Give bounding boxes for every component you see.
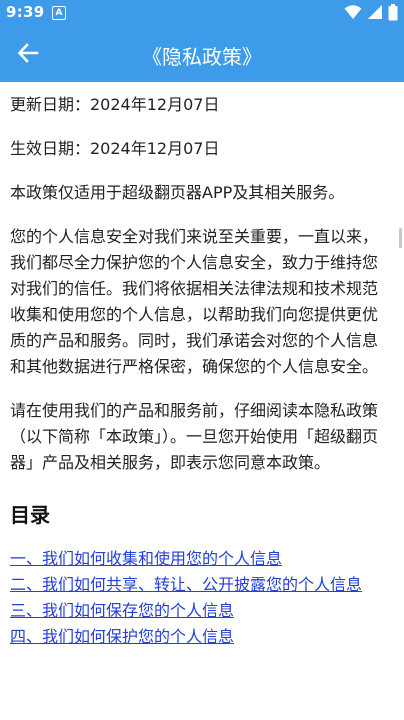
- toc-link-share[interactable]: 二、我们如何共享、转让、公开披露您的个人信息: [10, 572, 392, 598]
- app-bar: 《隐私政策》: [0, 28, 404, 82]
- wifi-icon: [344, 4, 362, 24]
- notification-a-icon: A: [52, 6, 66, 20]
- page-title: 《隐私政策》: [142, 45, 262, 69]
- status-bar: 9:39 A: [0, 0, 404, 28]
- scrollbar[interactable]: [399, 228, 402, 248]
- status-icons: [344, 3, 398, 25]
- notice-paragraph: 请在使用我们的产品和服务前，仔细阅读本隐私政策（以下简称「本政策」）。一旦您开始…: [10, 401, 379, 472]
- update-date: 更新日期：2024年12月07日: [10, 95, 220, 114]
- scope-paragraph: 本政策仅适用于超级翻页器APP及其相关服务。: [10, 183, 345, 202]
- toc-link-collect[interactable]: 一、我们如何收集和使用您的个人信息: [10, 546, 392, 572]
- toc-link-store[interactable]: 三、我们如何保存您的个人信息: [10, 598, 392, 624]
- policy-content[interactable]: 更新日期：2024年12月07日 生效日期：2024年12月07日 本政策仅适用…: [0, 82, 404, 720]
- importance-paragraph: 您的个人信息安全对我们来说至关重要，一直以来，我们都尽全力保护您的个人信息安全，…: [10, 227, 379, 376]
- status-time: 9:39: [6, 3, 45, 21]
- toc-heading: 目录: [10, 503, 50, 527]
- battery-icon: [388, 3, 398, 25]
- signal-icon: [367, 4, 383, 24]
- toc-link-protect[interactable]: 四、我们如何保护您的个人信息: [10, 624, 392, 650]
- effective-date: 生效日期：2024年12月07日: [10, 139, 220, 158]
